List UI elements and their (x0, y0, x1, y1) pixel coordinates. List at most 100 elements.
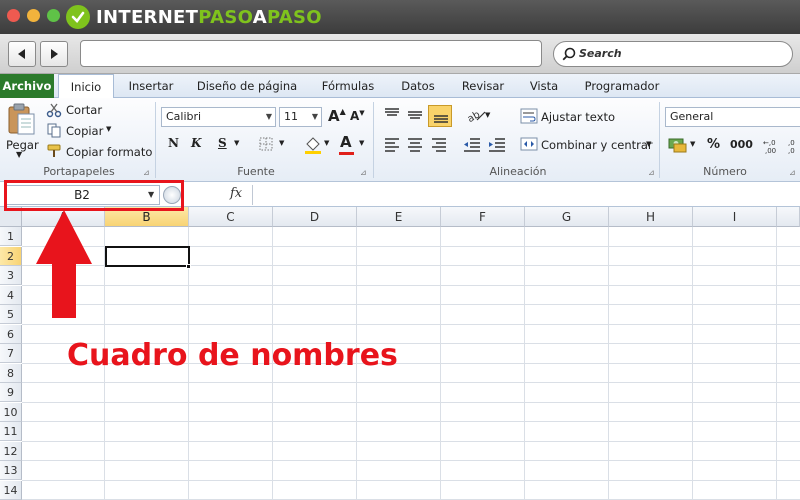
font-color-swatch (339, 152, 354, 155)
number-launcher-icon[interactable]: ⊿ (789, 168, 796, 177)
address-bar[interactable] (80, 40, 542, 67)
underline-dropdown-icon[interactable]: ▼ (234, 139, 239, 147)
tab-insertar[interactable]: Insertar (122, 74, 180, 98)
row-header-7[interactable]: 7 (0, 344, 22, 363)
number-group-label: Número (703, 165, 747, 178)
format-painter-icon (47, 144, 61, 157)
align-middle-icon[interactable] (406, 107, 424, 123)
row-gridline (22, 421, 800, 422)
text-orientation-icon[interactable]: ab (465, 106, 487, 124)
row-header-13[interactable]: 13 (0, 461, 22, 480)
active-cell-b2[interactable] (105, 246, 190, 267)
accounting-dropdown-icon[interactable]: ▼ (690, 140, 695, 148)
decrease-decimal-icon[interactable]: ,0,0 (788, 136, 800, 154)
copy-icon (47, 123, 61, 138)
minimize-window-button[interactable] (27, 9, 40, 22)
shrink-font-button[interactable]: A▼ (350, 109, 365, 123)
italic-button[interactable]: K (191, 136, 201, 150)
copy-button[interactable]: Copiar (66, 124, 103, 138)
comma-style-button[interactable]: 000 (730, 138, 753, 151)
align-left-icon[interactable] (383, 136, 401, 152)
insert-function-button[interactable]: fx (230, 186, 242, 201)
annotation-label: Cuadro de nombres (67, 338, 398, 373)
back-arrow-icon (18, 49, 25, 59)
increase-indent-icon[interactable] (488, 136, 506, 152)
bold-button[interactable]: N (168, 136, 179, 150)
close-window-button[interactable] (7, 9, 20, 22)
back-button[interactable] (8, 41, 36, 67)
orientation-dropdown-icon[interactable]: ▼ (485, 111, 490, 119)
paste-button-label[interactable]: Pegar (6, 138, 39, 152)
format-painter-button[interactable]: Copiar formato (66, 145, 152, 159)
paste-dropdown-icon[interactable]: ▼ (16, 150, 22, 159)
decrease-indent-icon[interactable] (463, 136, 481, 152)
column-header-e[interactable]: E (357, 207, 441, 227)
formula-input[interactable] (252, 185, 800, 205)
column-header-partial[interactable] (777, 207, 800, 227)
align-center-icon[interactable] (406, 136, 424, 152)
tab-vista[interactable]: Vista (522, 74, 566, 98)
number-format-select[interactable]: General (665, 107, 800, 127)
cut-button[interactable]: Cortar (66, 103, 102, 117)
tab-inicio[interactable]: Inicio (58, 74, 114, 99)
fill-color-dropdown-icon[interactable]: ▼ (324, 139, 329, 147)
column-header-d[interactable]: D (273, 207, 357, 227)
column-header-f[interactable]: F (441, 207, 525, 227)
grow-font-button[interactable]: A▲ (328, 107, 346, 125)
percent-style-button[interactable]: % (707, 137, 720, 152)
svg-text:←,0: ←,0 (763, 139, 776, 147)
fill-handle[interactable] (186, 264, 191, 269)
row-header-4[interactable]: 4 (0, 285, 22, 305)
increase-decimal-icon[interactable]: ←,0,00 (762, 136, 784, 154)
fill-color-icon[interactable] (303, 135, 323, 155)
tab-datos[interactable]: Datos (392, 74, 444, 98)
column-header-h[interactable]: H (609, 207, 693, 227)
tab-formulas[interactable]: Fórmulas (314, 74, 382, 98)
row-header-5[interactable]: 5 (0, 305, 22, 324)
clipboard-launcher-icon[interactable]: ⊿ (143, 168, 150, 177)
row-header-11[interactable]: 11 (0, 422, 22, 441)
align-right-icon[interactable] (430, 136, 448, 152)
tab-programador[interactable]: Programador (576, 74, 668, 98)
alignment-launcher-icon[interactable]: ⊿ (648, 168, 655, 177)
row-header-12[interactable]: 12 (0, 441, 22, 461)
accounting-format-icon[interactable] (668, 136, 688, 154)
underline-button[interactable]: S (218, 136, 227, 150)
row-header-2[interactable]: 2 (0, 246, 22, 266)
row-header-14[interactable]: 14 (0, 480, 22, 500)
paste-icon[interactable] (6, 102, 36, 136)
align-top-icon[interactable] (383, 107, 401, 123)
wrap-text-button[interactable]: Ajustar texto (541, 110, 615, 124)
row-header-8[interactable]: 8 (0, 363, 22, 383)
borders-icon[interactable] (258, 136, 274, 152)
merge-dropdown-icon[interactable]: ▼ (646, 140, 651, 148)
grow-font-label: A (328, 107, 340, 125)
font-size-select[interactable]: 11 ▼ (279, 107, 322, 127)
tab-revisar[interactable]: Revisar (454, 74, 512, 98)
borders-dropdown-icon[interactable]: ▼ (279, 139, 284, 147)
clipboard-group-label: Portapapeles (43, 165, 115, 178)
row-gridline (22, 401, 800, 403)
column-header-c[interactable]: C (189, 207, 273, 227)
maximize-window-button[interactable] (47, 9, 60, 22)
row-header-6[interactable]: 6 (0, 324, 22, 344)
column-header-g[interactable]: G (525, 207, 609, 227)
font-launcher-icon[interactable]: ⊿ (360, 168, 367, 177)
row-header-3[interactable]: 3 (0, 266, 22, 285)
row-header-10[interactable]: 10 (0, 402, 22, 422)
search-input[interactable]: Search (553, 41, 793, 67)
align-bottom-button[interactable] (428, 105, 452, 127)
copy-dropdown-icon[interactable]: ▼ (106, 125, 111, 133)
font-group-label: Fuente (237, 165, 275, 178)
row-gridline (22, 382, 800, 383)
font-color-dropdown-icon[interactable]: ▼ (359, 139, 364, 147)
font-name-select[interactable]: Calibri ▼ (161, 107, 276, 127)
column-header-i[interactable]: I (693, 207, 777, 227)
tab-archivo[interactable]: Archivo (0, 74, 54, 98)
tab-diseno-pagina[interactable]: Diseño de página (190, 74, 304, 98)
row-header-1[interactable]: 1 (0, 227, 22, 246)
font-color-button[interactable]: A (340, 133, 352, 151)
forward-button[interactable] (40, 41, 68, 67)
merge-center-button[interactable]: Combinar y centrar (541, 138, 653, 152)
row-header-9[interactable]: 9 (0, 383, 22, 402)
